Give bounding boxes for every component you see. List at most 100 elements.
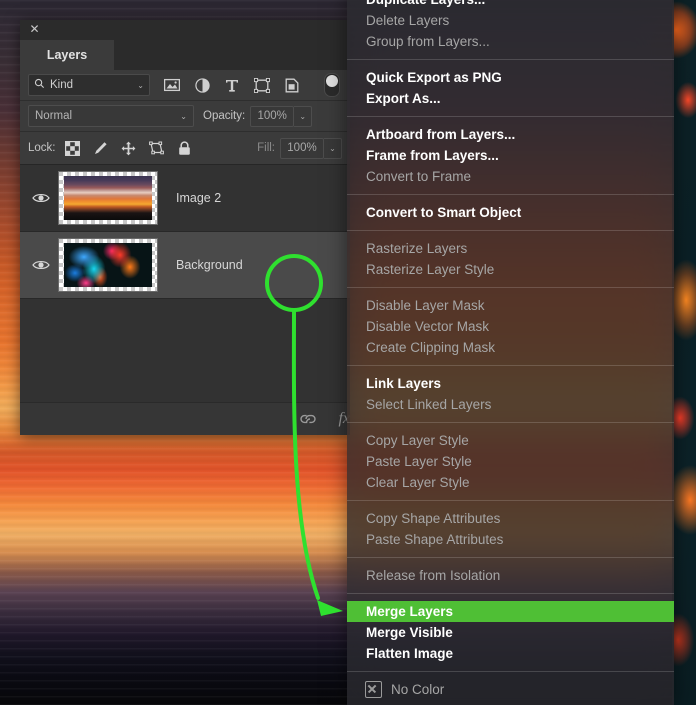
menu-item-label: Release from Isolation [366,568,500,583]
blend-mode-row: Normal ⌄ Opacity: 100% ⌄ [20,101,350,132]
tab-layers[interactable]: Layers [20,40,114,70]
menu-item-disable-layer-mask: Disable Layer Mask [347,295,674,316]
fill-stepper-chevron-icon[interactable]: ⌄ [324,138,342,159]
filter-kind-select[interactable]: Kind ⌄ [28,74,150,96]
type-layer-filter-icon[interactable] [224,77,240,93]
opacity-label: Opacity: [203,110,245,122]
lock-label: Lock: [28,142,56,154]
layers-list: Image 2 Background [20,165,350,359]
menu-item-copy-layer-style: Copy Layer Style [347,430,674,451]
layer-name-label[interactable]: Background [176,258,243,272]
menu-group: Release from Isolation [347,562,674,589]
menu-item-label: Group from Layers... [366,34,490,49]
tabstrip-filler [114,40,350,70]
lock-row: Lock: Fill: 100% ⌄ [20,132,350,165]
menu-item-label: Paste Layer Style [366,454,472,469]
layer-name-label[interactable]: Image 2 [176,191,221,205]
lock-position-icon[interactable] [121,141,136,156]
menu-item-label: Flatten Image [366,646,453,661]
layer-filter-row: Kind ⌄ [20,70,350,101]
tab-layers-label: Layers [47,48,87,62]
menu-item-label: Quick Export as PNG [366,70,502,85]
menu-item-label: Clear Layer Style [366,475,470,490]
lock-transparent-pixels-icon[interactable] [65,141,80,156]
menu-item-quick-export-as-png[interactable]: Quick Export as PNG [347,67,674,88]
visibility-eye-icon[interactable] [28,192,54,204]
fill-input[interactable]: 100% [280,138,324,159]
menu-separator [347,365,674,366]
menu-item-paste-shape-attributes: Paste Shape Attributes [347,529,674,550]
menu-group: Merge Layers Merge Visible Flatten Image [347,598,674,667]
menu-item-label: Merge Visible [366,625,453,640]
pixel-layer-filter-icon[interactable] [164,77,180,93]
chevron-down-icon: ⌄ [180,112,187,121]
menu-item-merge-layers[interactable]: Merge Layers [347,601,674,622]
menu-separator [347,59,674,60]
menu-item-label: Convert to Frame [366,169,471,184]
menu-item-export-as[interactable]: Export As... [347,88,674,109]
menu-item-label: Convert to Smart Object [366,205,521,220]
visibility-eye-icon[interactable] [28,259,54,271]
panel-tabstrip: Layers [20,40,350,70]
layers-list-empty-area [20,299,350,359]
blend-mode-select[interactable]: Normal ⌄ [28,105,194,127]
menu-item-duplicate-layers[interactable]: Duplicate Layers... [347,0,674,10]
menu-item-label: Disable Layer Mask [366,298,485,313]
menu-item-frame-from-layers[interactable]: Frame from Layers... [347,145,674,166]
menu-item-label: Rasterize Layer Style [366,262,494,277]
menu-item-label: Copy Layer Style [366,433,469,448]
menu-group: Copy Layer Style Paste Layer Style Clear L… [347,427,674,496]
menu-item-label: Artboard from Layers... [366,127,515,142]
menu-item-merge-visible[interactable]: Merge Visible [347,622,674,643]
screen: ✕ Layers Kind ⌄ [0,0,696,705]
menu-item-select-linked-layers: Select Linked Layers [347,394,674,415]
lock-image-pixels-icon[interactable] [93,141,108,156]
no-color-checkbox-icon [365,681,382,698]
menu-item-flatten-image[interactable]: Flatten Image [347,643,674,664]
opacity-input[interactable]: 100% [250,106,294,127]
layers-panel: ✕ Layers Kind ⌄ [20,20,350,435]
adjustment-layer-filter-icon[interactable] [194,77,210,93]
layer-context-menu: Duplicate Layers... Delete Layers Group fr… [347,0,674,705]
layer-row-image-2[interactable]: Image 2 [20,165,350,232]
lock-all-icon[interactable] [177,141,192,156]
menu-item-link-layers[interactable]: Link Layers [347,373,674,394]
close-icon[interactable]: ✕ [28,23,41,36]
menu-item-disable-vector-mask: Disable Vector Mask [347,316,674,337]
shape-layer-filter-icon[interactable] [254,77,270,93]
menu-item-create-clipping-mask: Create Clipping Mask [347,337,674,358]
layer-thumbnail[interactable] [58,238,158,292]
menu-separator [347,116,674,117]
menu-group: Link Layers Select Linked Layers [347,370,674,418]
menu-item-rasterize-layer-style: Rasterize Layer Style [347,259,674,280]
filter-enable-toggle[interactable] [324,73,340,97]
menu-separator [347,230,674,231]
menu-group: Copy Shape AttributesPaste Shape Attribu… [347,505,674,553]
search-icon [34,78,45,92]
fill-label: Fill: [257,142,275,154]
menu-item-label: Merge Layers [366,604,453,619]
menu-item-label: Disable Vector Mask [366,319,489,334]
menu-item-rasterize-layers: Rasterize Layers [347,238,674,259]
menu-item-label: Select Linked Layers [366,397,491,412]
menu-group: Disable Layer Mask Disable Vector Mask Cre… [347,292,674,361]
panel-footer: fx [20,402,350,435]
menu-separator [347,593,674,594]
layer-thumbnail[interactable] [58,171,158,225]
menu-group: No Color [347,676,674,703]
smart-object-filter-icon[interactable] [284,77,300,93]
menu-item-label: Delete Layers [366,13,449,28]
panel-titlebar: ✕ [20,20,350,40]
sunset-thumbnail [64,176,152,220]
menu-item-convert-to-frame: Convert to Frame [347,166,674,187]
menu-group: Convert to Smart Object [347,199,674,226]
opacity-stepper-chevron-icon[interactable]: ⌄ [294,106,312,127]
chevron-down-icon: ⌄ [137,81,144,90]
menu-item-clear-layer-style: Clear Layer Style [347,472,674,493]
layer-row-background[interactable]: Background [20,232,350,299]
menu-item-artboard-from-layers[interactable]: Artboard from Layers... [347,124,674,145]
link-layers-icon[interactable] [298,413,318,425]
lock-artboard-nesting-icon[interactable] [149,141,164,156]
menu-item-group-from-layers: Group from Layers... [347,31,674,52]
menu-item-convert-to-smart-object[interactable]: Convert to Smart Object [347,202,674,223]
